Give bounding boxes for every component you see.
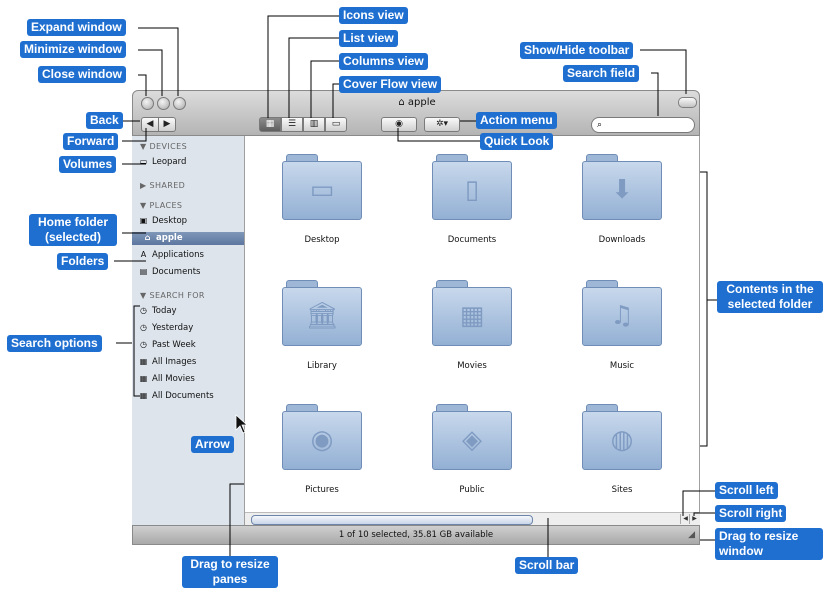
callout-drag-resize-panes: Drag to resize panes bbox=[182, 556, 278, 588]
callout-back: Back bbox=[86, 112, 123, 129]
callout-columns-view: Columns view bbox=[339, 53, 428, 70]
callout-minimize-window: Minimize window bbox=[20, 41, 126, 58]
callout-drag-resize-window: Drag to resize window bbox=[715, 528, 823, 560]
callout-forward: Forward bbox=[63, 133, 119, 150]
callout-scroll-left: Scroll left bbox=[715, 482, 778, 499]
callout-quick-look: Quick Look bbox=[480, 133, 554, 150]
callout-search-field: Search field bbox=[563, 65, 640, 82]
callout-action-menu: Action menu bbox=[476, 112, 557, 129]
callout-scroll-bar: Scroll bar bbox=[515, 557, 579, 574]
callout-contents: Contents in the selected folder bbox=[717, 281, 823, 313]
callout-expand-window: Expand window bbox=[27, 19, 126, 36]
callout-search-options: Search options bbox=[7, 335, 102, 352]
callout-scroll-right: Scroll right bbox=[715, 505, 787, 522]
callout-volumes: Volumes bbox=[59, 156, 117, 173]
callout-show-hide-toolbar: Show/Hide toolbar bbox=[520, 42, 634, 59]
callout-list-view: List view bbox=[339, 30, 398, 47]
callout-close-window: Close window bbox=[38, 66, 127, 83]
callout-arrow: Arrow bbox=[191, 436, 234, 453]
callout-icons-view: Icons view bbox=[339, 7, 408, 24]
callout-home-folder: Home folder (selected) bbox=[29, 214, 117, 246]
callout-folders: Folders bbox=[57, 253, 109, 270]
callout-cover-flow-view: Cover Flow view bbox=[339, 76, 442, 93]
